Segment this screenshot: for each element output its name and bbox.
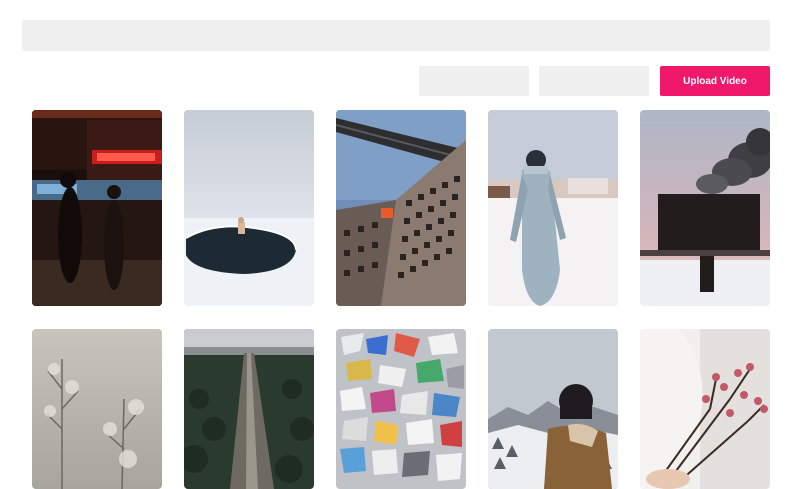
gallery-item-city-night[interactable] — [32, 110, 162, 306]
gallery-item-skyscraper[interactable] — [336, 110, 466, 306]
gallery-item-frozen-lake[interactable] — [184, 110, 314, 306]
search-bar[interactable] — [22, 20, 770, 51]
city-night-street-photo — [32, 110, 162, 306]
paper-pile-photo — [336, 329, 466, 489]
gallery-item-snow-walker[interactable] — [488, 110, 618, 306]
gallery-item-frosted-plants[interactable] — [32, 329, 162, 489]
smoke-billboard-photo — [640, 110, 770, 306]
gallery-item-woman-mountains[interactable] — [488, 329, 618, 489]
gallery-item-flowers[interactable] — [640, 329, 770, 489]
frosted-plants-photo — [32, 329, 162, 489]
forest-road-photo — [184, 329, 314, 489]
skyscraper-bridge-photo — [336, 110, 466, 306]
snow-walker-photo — [488, 110, 618, 306]
media-grid — [32, 110, 770, 489]
woman-mountains-photo — [488, 329, 618, 489]
gallery-item-forest-road[interactable] — [184, 329, 314, 489]
filter-button-placeholder[interactable] — [419, 66, 529, 96]
flowers-bouquet-photo — [640, 329, 770, 489]
sort-button-placeholder[interactable] — [539, 66, 649, 96]
gallery-item-smoke-billboard[interactable] — [640, 110, 770, 306]
gallery-item-paper-pile[interactable] — [336, 329, 466, 489]
upload-video-button[interactable]: Upload Video — [660, 66, 770, 96]
frozen-lake-photo — [184, 110, 314, 306]
